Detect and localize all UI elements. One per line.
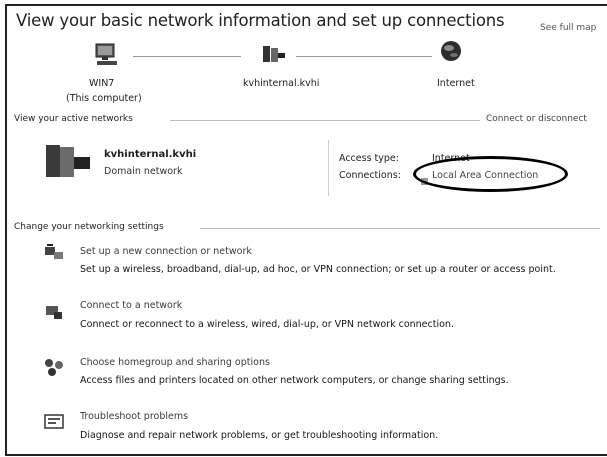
map-connector-2	[296, 56, 432, 57]
task-4-desc: Diagnose and repair network problems, or…	[80, 430, 439, 441]
connections-label: Connections:	[339, 170, 401, 181]
network-bench-icon	[44, 143, 92, 185]
active-networks-heading: View your active networks	[14, 114, 133, 124]
homegroup-icon	[42, 356, 66, 382]
globe-icon[interactable]	[440, 40, 462, 66]
active-network-type[interactable]: Domain network	[104, 166, 182, 177]
map-network-name[interactable]: kvhinternal.kvhi	[243, 78, 319, 89]
task-1-title[interactable]: Set up a new connection or network	[80, 246, 252, 257]
active-network-name: kvhinternal.kvhi	[104, 149, 197, 160]
task-4-title[interactable]: Troubleshoot problems	[80, 411, 188, 422]
task-2-desc: Connect or reconnect to a wireless, wire…	[80, 319, 454, 330]
task-3-desc: Access files and printers located on oth…	[80, 375, 509, 386]
connect-disconnect-link[interactable]: Connect or disconnect	[486, 114, 587, 124]
change-settings-rule	[200, 228, 600, 229]
troubleshoot-icon	[44, 414, 64, 434]
connect-network-icon	[43, 302, 65, 326]
computer-name: WIN7	[89, 78, 115, 89]
task-1-desc: Set up a wireless, broadband, dial-up, a…	[80, 264, 556, 275]
access-type-label: Access type:	[339, 153, 399, 164]
vertical-separator	[328, 140, 329, 196]
task-2-title[interactable]: Connect to a network	[80, 300, 182, 311]
highlight-ellipse	[413, 156, 568, 192]
page-title: View your basic network information and …	[16, 11, 505, 30]
map-connector-1	[133, 56, 241, 57]
active-networks-rule	[170, 120, 480, 121]
map-internet-label[interactable]: Internet	[437, 78, 475, 89]
change-settings-heading: Change your networking settings	[14, 222, 164, 232]
task-3-title[interactable]: Choose homegroup and sharing options	[80, 357, 270, 368]
computer-sub: (This computer)	[66, 93, 142, 104]
network-icon[interactable]	[262, 44, 286, 70]
setup-connection-icon	[43, 243, 65, 267]
see-full-map-link[interactable]: See full map	[540, 23, 596, 33]
computer-icon	[94, 43, 120, 71]
